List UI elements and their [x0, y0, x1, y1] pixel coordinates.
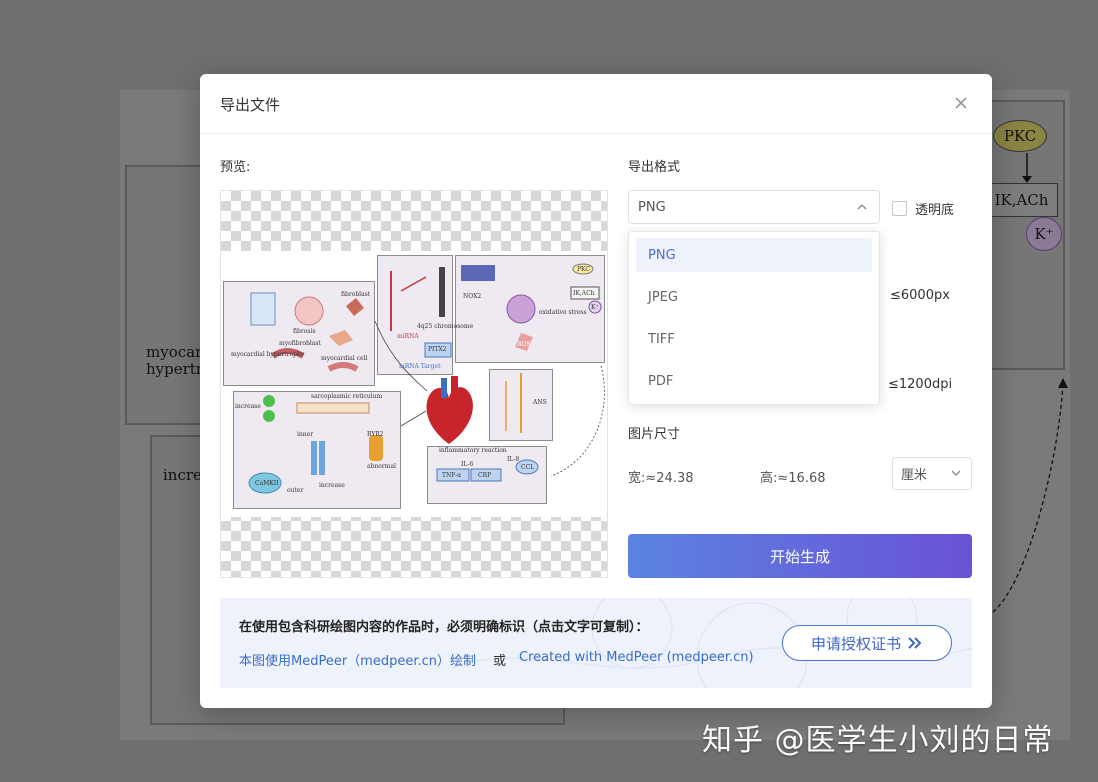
figure-label: increase	[319, 482, 345, 489]
background-arrows	[992, 153, 1068, 613]
figure-label: miRNA	[397, 333, 419, 340]
figure-label: oxidative stress	[539, 309, 587, 316]
figure-label: fibroblast	[341, 291, 371, 298]
apply-license-label: 申请授权证书	[810, 634, 901, 653]
chevron-up-icon	[857, 204, 867, 210]
notice-title: 在使用包含科研绘图内容的作品时，必须明确标识（点击文字可复制）：	[239, 620, 649, 635]
figure-label: fibrosis	[293, 328, 316, 335]
figure-label: RYR2	[367, 431, 384, 438]
background-panel	[125, 165, 205, 425]
figure-label: abnormal	[367, 463, 396, 470]
figure-label: K⁺	[591, 304, 599, 311]
close-icon[interactable]	[950, 92, 972, 114]
double-chevron-right-icon	[908, 637, 922, 649]
credit-or-text: 或	[493, 654, 507, 669]
figure-label: myocardial hypertrophy	[231, 351, 305, 358]
transparent-label: 透明底	[915, 203, 955, 218]
figure-label: ANS	[533, 399, 547, 406]
figure-diagram	[248, 263, 605, 494]
background-text: myocar	[146, 343, 203, 361]
format-option-pdf[interactable]: PDF	[636, 364, 872, 398]
figure-label: mRNA Target	[399, 363, 441, 370]
credit-cn-link[interactable]: 本图使用MedPeer（medpeer.cn）绘制	[239, 650, 476, 669]
format-select-value: PNG	[638, 199, 666, 215]
figure-label: outer	[287, 487, 304, 494]
preview-label: 预览:	[220, 160, 251, 175]
checkbox-box[interactable]	[892, 201, 907, 216]
format-option-png[interactable]: PNG	[636, 238, 872, 272]
height-value: 高:≈16.68	[760, 471, 826, 486]
image-size-label: 图片尺寸	[628, 427, 681, 442]
dialog-title: 导出文件	[220, 96, 281, 114]
apply-license-button[interactable]: 申请授权证书	[782, 625, 952, 661]
figure-label: inner	[297, 431, 314, 438]
chevron-down-icon	[951, 470, 961, 476]
generate-button[interactable]: 开始生成	[628, 534, 972, 578]
format-dropdown: PNG JPEG TIFF PDF	[628, 231, 880, 405]
figure-label: inflammatory reaction	[439, 447, 507, 454]
preview-image: fibroblast fibrosis myofibroblast myocar…	[220, 190, 608, 578]
figure-label: ROS	[517, 341, 531, 348]
figure-label: CCL	[521, 464, 535, 471]
figure-label: myofibroblast	[279, 340, 321, 347]
dialog-header: 导出文件	[200, 74, 992, 134]
width-value: 宽:≈24.38	[628, 471, 694, 486]
figure-label: IL-6	[461, 461, 474, 468]
figure-label: CaMKII	[255, 480, 279, 487]
figure-label: CRP	[478, 472, 492, 479]
figure-label: NOX2	[463, 293, 482, 300]
background-pkc-node: PKC	[993, 120, 1047, 152]
figure-label: PITX2	[428, 346, 447, 353]
max-dpi-text: ≤1200dpi	[888, 377, 953, 392]
usage-notice: 在使用包含科研绘图内容的作品时，必须明确标识（点击文字可复制）： 本图使用Med…	[220, 598, 972, 688]
export-dialog: 导出文件 预览: fibroblast fibrosis myofibrobla…	[200, 74, 992, 708]
preview-figure: fibroblast fibrosis myofibroblast myocar…	[221, 251, 607, 517]
transparent-checkbox[interactable]: 透明底	[892, 199, 954, 218]
unit-select[interactable]: 厘米	[892, 457, 972, 490]
format-label: 导出格式	[628, 160, 681, 175]
unit-select-value: 厘米	[901, 468, 928, 483]
format-option-jpeg[interactable]: JPEG	[636, 280, 872, 314]
format-select[interactable]: PNG	[628, 190, 880, 224]
format-option-tiff[interactable]: TIFF	[636, 322, 872, 356]
max-px-text: ≤6000px	[890, 288, 950, 303]
figure-label: myocardial cell	[321, 355, 368, 362]
figure-label: 4q25 chromosome	[417, 323, 474, 330]
figure-label: TNF-α	[442, 472, 462, 479]
credit-en-link[interactable]: Created with MedPeer (medpeer.cn)	[519, 650, 754, 665]
figure-label: IK,ACh	[573, 290, 595, 297]
figure-label: PKC	[577, 266, 590, 273]
watermark-text: 知乎 @医学生小刘的日常	[702, 723, 1054, 758]
figure-label: increase	[235, 403, 261, 410]
figure-label: sarcoplasmic reticulum	[311, 393, 383, 400]
figure-label: IL-8	[507, 456, 520, 463]
